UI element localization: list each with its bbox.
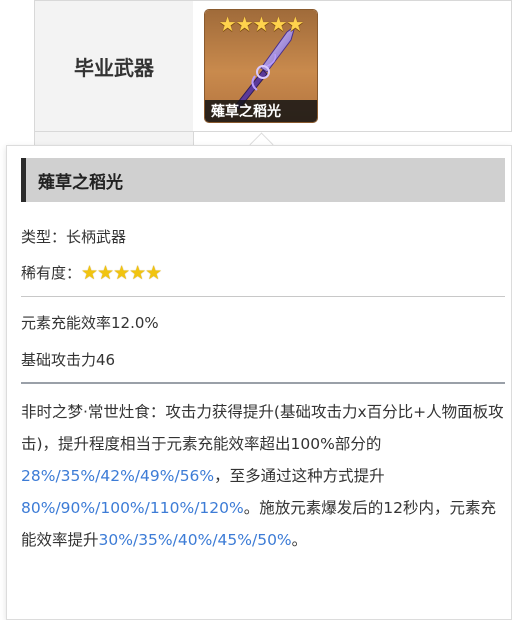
- divider-strong: [21, 382, 505, 384]
- tooltip-title: 薙草之稻光: [21, 158, 505, 202]
- rarity-label: 稀有度：: [21, 264, 82, 282]
- weapon-card-name: 薙草之稻光: [205, 100, 317, 122]
- desc-text-2: ，至多通过这种方式提升: [214, 467, 385, 485]
- weapon-table: 毕业武器 ★★★★★ 薙草之稻光: [0, 0, 512, 151]
- weapon-card[interactable]: ★★★★★ 薙草之稻光: [205, 10, 317, 122]
- desc-text-1: 非时之梦·常世灶食：攻击力获得提升(基础攻击力x百分比+人物面板攻击)，提升程度…: [21, 403, 504, 453]
- weapon-stars: ★★★★★: [218, 12, 305, 36]
- rarity-stars-icon: ★★★★★: [81, 262, 162, 284]
- passive-description: 非时之梦·常世灶食：攻击力获得提升(基础攻击力x百分比+人物面板攻击)，提升程度…: [21, 396, 505, 556]
- desc-value-2: 80%/90%/100%/110%/120%: [21, 499, 244, 517]
- divider: [21, 296, 505, 297]
- stat-secondary: 元素充能效率12.0%: [21, 314, 159, 332]
- desc-value-1: 28%/35%/42%/49%/56%: [21, 467, 215, 485]
- weapon-tooltip: 薙草之稻光 类型：长柄武器 稀有度：★★★★★ 元素充能效率12.0% 基础攻击…: [6, 145, 512, 620]
- weapon-rarity: 稀有度：★★★★★: [21, 262, 162, 284]
- weapon-type: 类型：长柄武器: [21, 228, 127, 246]
- row-label-best-weapon: 毕业武器: [34, 0, 194, 132]
- stat-base-attack: 基础攻击力46: [21, 351, 116, 369]
- desc-value-3: 30%/35%/40%/45%/50%: [98, 531, 292, 549]
- desc-text-4: 。: [291, 531, 308, 549]
